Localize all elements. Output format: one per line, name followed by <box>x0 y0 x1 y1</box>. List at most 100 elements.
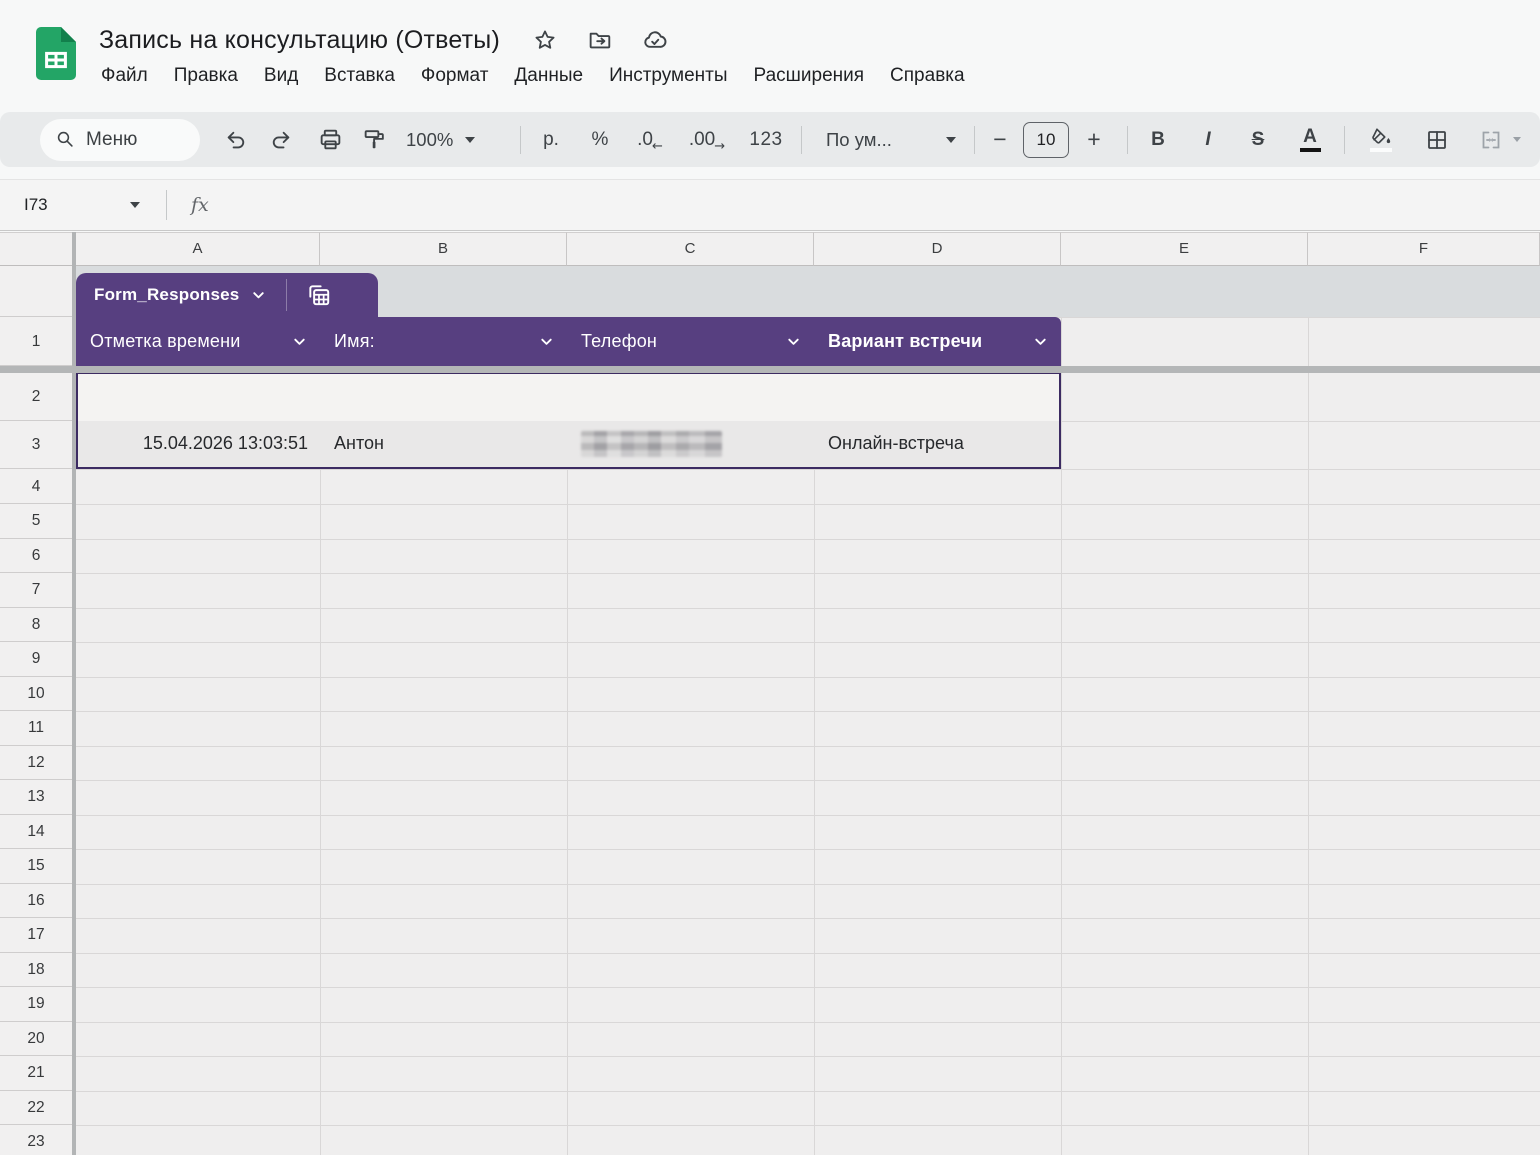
gridline <box>76 504 1540 505</box>
row-header-5[interactable]: 5 <box>0 504 72 539</box>
table-column-meeting[interactable]: Вариант встречи <box>814 317 1061 366</box>
table-name[interactable]: Form_Responses <box>94 285 239 305</box>
more-formats-button[interactable]: 123 <box>743 122 789 158</box>
redacted-phone-blur <box>581 430 722 457</box>
row-header-3[interactable]: 3 <box>0 421 72 469</box>
italic-button[interactable]: I <box>1190 122 1226 158</box>
column-header-B[interactable]: B <box>320 232 567 266</box>
table-column-name[interactable]: Имя: <box>320 317 567 366</box>
divider <box>1344 125 1345 154</box>
row-header-6[interactable]: 6 <box>0 538 72 573</box>
gridline <box>76 607 1540 609</box>
name-box-chevron-icon[interactable] <box>130 202 140 208</box>
search-icon <box>57 131 73 147</box>
menu-Файл[interactable]: Файл <box>88 65 161 87</box>
undo-button[interactable] <box>218 122 254 158</box>
row-header-19[interactable]: 19 <box>0 987 72 1022</box>
decrease-font-size-button[interactable]: − <box>985 122 1015 158</box>
star-icon[interactable] <box>532 27 558 53</box>
column-header-E[interactable]: E <box>1061 232 1308 266</box>
menu-Инструменты[interactable]: Инструменты <box>596 65 740 87</box>
menu-Расширения[interactable]: Расширения <box>741 65 878 87</box>
menu-Справка[interactable]: Справка <box>877 65 978 87</box>
row-header-7[interactable]: 7 <box>0 573 72 608</box>
row-header-20[interactable]: 20 <box>0 1021 72 1056</box>
paint-format-button[interactable] <box>356 122 392 158</box>
row-header-12[interactable]: 12 <box>0 745 72 780</box>
sheet-grid[interactable]: ABCDEF 1 2 3 4 5 6 7 8 9 10 11 12 13 14 15 16 17 18 19 20 21… <box>0 232 1540 1155</box>
row-header-1[interactable]: 1 <box>0 317 72 366</box>
table-column-phone[interactable]: Телефон <box>567 317 814 366</box>
row-header-18[interactable]: 18 <box>0 952 72 987</box>
row-header-9[interactable]: 9 <box>0 642 72 677</box>
currency-format-button[interactable]: р. <box>531 122 571 158</box>
merge-options-chevron-icon[interactable] <box>1513 137 1521 142</box>
row-header-22[interactable]: 22 <box>0 1090 72 1125</box>
font-size-input[interactable]: 10 <box>1023 121 1069 158</box>
redo-button[interactable] <box>262 122 298 158</box>
table-tab[interactable]: Form_Responses <box>76 273 378 317</box>
gridline <box>76 883 1540 885</box>
table-row-2[interactable] <box>78 374 1059 421</box>
chevron-down-icon[interactable] <box>251 288 266 303</box>
chevron-down-icon[interactable] <box>539 334 554 349</box>
chevron-down-icon[interactable] <box>1033 334 1048 349</box>
text-color-button[interactable]: A <box>1292 122 1328 158</box>
select-all-corner[interactable] <box>0 232 72 266</box>
menu-Правка[interactable]: Правка <box>161 65 251 87</box>
frozen-row-divider[interactable] <box>0 366 1540 373</box>
zoom-select[interactable]: 100% <box>406 129 510 151</box>
strikethrough-button[interactable]: S <box>1240 122 1276 158</box>
column-header-D[interactable]: D <box>814 232 1061 266</box>
merge-cells-button[interactable] <box>1471 122 1511 158</box>
increase-decimal-button[interactable]: .00 → <box>681 122 733 158</box>
row-header-21[interactable]: 21 <box>0 1056 72 1091</box>
menu-Формат[interactable]: Формат <box>408 65 502 87</box>
borders-button[interactable] <box>1417 122 1457 158</box>
row-header-8[interactable]: 8 <box>0 607 72 642</box>
row-header-4[interactable]: 4 <box>0 469 72 504</box>
percent-format-button[interactable]: % <box>583 122 617 158</box>
row-header-11[interactable]: 11 <box>0 711 72 746</box>
document-title[interactable]: Запись на консультацию (Ответы) <box>99 26 500 55</box>
font-family-select[interactable]: По ум... <box>816 129 966 151</box>
gridline <box>76 711 1540 712</box>
table-view-icon[interactable] <box>306 282 332 308</box>
row-header-10[interactable]: 10 <box>0 676 72 711</box>
table-body[interactable]: 15.04.2026 13:03:51 Антон Онлайн-встреча <box>76 373 1061 469</box>
chevron-down-icon[interactable] <box>292 334 307 349</box>
row-header-23[interactable]: 23 <box>0 1125 72 1155</box>
increase-font-size-button[interactable]: + <box>1079 122 1109 158</box>
row-header-17[interactable]: 17 <box>0 918 72 953</box>
row-header-2[interactable]: 2 <box>0 373 72 421</box>
table-header-row: Отметка времени Имя: Телефон Вариант вст… <box>76 317 1061 366</box>
column-header-A[interactable]: A <box>76 232 320 266</box>
table-row-3[interactable]: 15.04.2026 13:03:51 Антон Онлайн-встреча <box>78 420 1059 467</box>
menu-Вид[interactable]: Вид <box>251 65 311 87</box>
chevron-down-icon[interactable] <box>786 334 801 349</box>
cloud-saved-icon[interactable] <box>642 27 668 53</box>
print-button[interactable] <box>312 122 348 158</box>
toolbar-search[interactable]: Меню <box>40 118 200 161</box>
table-column-timestamp[interactable]: Отметка времени <box>76 317 320 366</box>
cell-D3[interactable]: Онлайн-встреча <box>814 433 1059 454</box>
column-header-C[interactable]: C <box>567 232 814 266</box>
fill-color-button[interactable] <box>1361 122 1401 158</box>
row-header-15[interactable]: 15 <box>0 849 72 884</box>
cell-B3[interactable]: Антон <box>320 433 567 454</box>
row-header-16[interactable]: 16 <box>0 883 72 918</box>
cell-C3[interactable] <box>567 430 814 457</box>
move-to-folder-icon[interactable] <box>587 27 613 53</box>
name-box[interactable]: I73 <box>24 195 134 215</box>
decrease-decimal-button[interactable]: .0 ← <box>629 122 671 158</box>
toolbar: Меню 100% р. % .0 ← .00 → 123 По ум... − 1… <box>0 112 1540 167</box>
column-header-F[interactable]: F <box>1308 232 1540 266</box>
row-header-14[interactable]: 14 <box>0 814 72 849</box>
cell-A3[interactable]: 15.04.2026 13:03:51 <box>78 433 320 454</box>
gridline <box>76 676 1540 678</box>
row-header-13[interactable]: 13 <box>0 780 72 815</box>
bold-button[interactable]: B <box>1140 122 1176 158</box>
menu-Данные[interactable]: Данные <box>501 65 596 87</box>
divider <box>520 125 521 154</box>
menu-Вставка[interactable]: Вставка <box>311 65 408 87</box>
